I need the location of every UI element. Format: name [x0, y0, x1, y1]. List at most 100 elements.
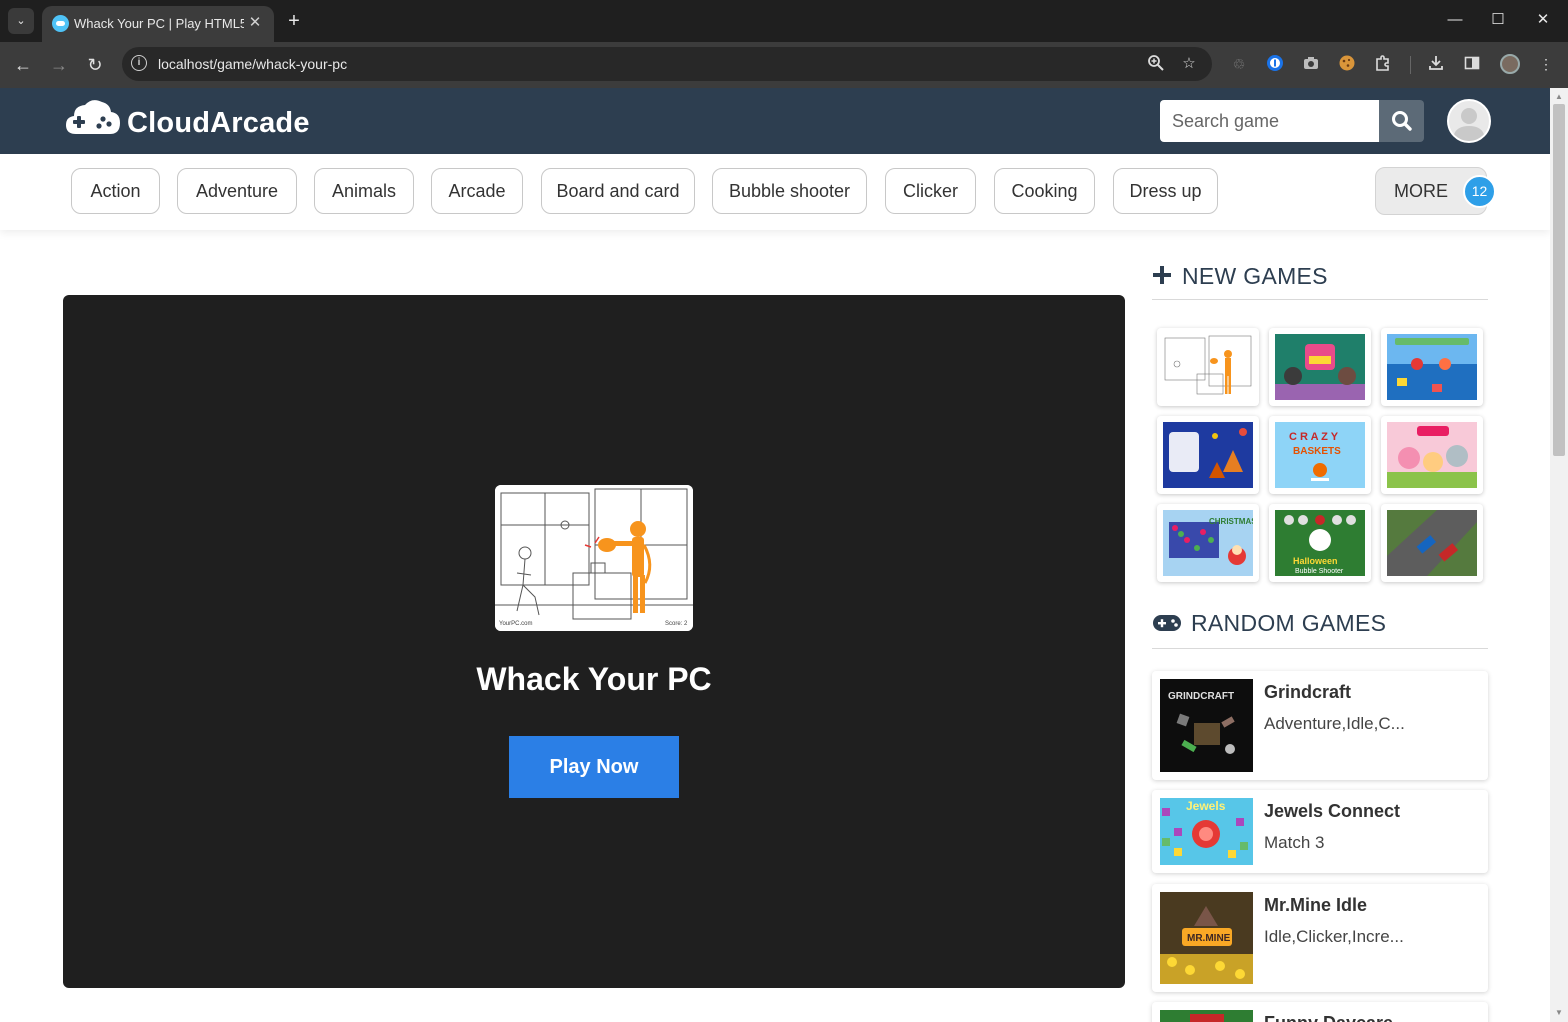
random-game-title: Mr.Mine Idle: [1264, 895, 1368, 915]
scrollbar-thumb[interactable]: [1553, 104, 1565, 456]
cloud-favicon-icon: [52, 15, 69, 32]
back-button[interactable]: ←: [10, 52, 36, 78]
user-silhouette-icon: [1453, 108, 1485, 141]
recycle-extension-icon[interactable]: ♲: [1229, 54, 1249, 74]
toolbar-divider: [1410, 56, 1411, 74]
url-text[interactable]: localhost/game/whack-your-pc: [158, 55, 347, 73]
random-game-tags: Idle,Clicker,Incre...: [1264, 927, 1404, 946]
category-action[interactable]: Action: [71, 168, 160, 214]
address-bar[interactable]: i localhost/game/whack-your-pc ☆: [122, 47, 1212, 81]
tab-title: Whack Your PC | Play HTML5 Games: [74, 16, 244, 31]
thumb-grindcraft: GRINDCRAFT: [1160, 679, 1253, 772]
category-bubble-shooter[interactable]: Bubble shooter: [712, 168, 867, 214]
category-cooking[interactable]: Cooking: [994, 168, 1095, 214]
category-bar: Action Adventure Animals Arcade Board an…: [0, 154, 1550, 230]
category-adventure[interactable]: Adventure: [177, 168, 297, 214]
random-games-divider: [1152, 648, 1488, 649]
svg-text:CHRISTMAS: CHRISTMAS: [1209, 517, 1253, 526]
thumb-whack-your-pc: [1163, 334, 1253, 400]
svg-text:C R A Z Y: C R A Z Y: [1289, 431, 1339, 443]
random-game-tags: Match 3: [1264, 833, 1325, 852]
thumb-jewel-christmas: [1163, 422, 1253, 488]
svg-text:Bubble Shooter: Bubble Shooter: [1295, 568, 1344, 575]
game-title: Whack Your PC: [476, 661, 712, 697]
thumb-food-duel: [1275, 334, 1365, 400]
browser-menu-icon[interactable]: ⋮: [1536, 54, 1556, 74]
thumb-traffic-control: [1387, 510, 1477, 576]
svg-text:Jewels: Jewels: [1186, 799, 1226, 813]
new-game-tile[interactable]: C R A Z Y BASKETS: [1269, 416, 1371, 494]
site-logo-text[interactable]: CloudArcade: [127, 105, 310, 141]
category-clicker[interactable]: Clicker: [885, 168, 976, 214]
side-panel-icon[interactable]: [1462, 54, 1482, 74]
svg-text:Score: 2: Score: 2: [665, 621, 688, 627]
thumb-halloween-bubble-shooter: Halloween Bubble Shooter: [1275, 510, 1365, 576]
cookie-extension-icon[interactable]: [1337, 54, 1357, 74]
thumb-jewels-connect: Jewels: [1160, 798, 1253, 865]
category-dress-up[interactable]: Dress up: [1113, 168, 1218, 214]
forward-button[interactable]: →: [46, 52, 72, 78]
password-manager-icon[interactable]: [1265, 54, 1285, 74]
random-game-tags: Adventure,Idle,C...: [1264, 714, 1405, 733]
svg-text:Halloween: Halloween: [1293, 556, 1338, 566]
new-game-tile[interactable]: [1157, 416, 1259, 494]
tab-search-button[interactable]: ⌄: [8, 8, 34, 34]
zoom-icon[interactable]: [1146, 54, 1166, 74]
page-scrollbar[interactable]: ▲ ▼: [1550, 88, 1568, 1022]
user-avatar[interactable]: [1447, 99, 1491, 143]
site-info-icon[interactable]: i: [131, 55, 147, 71]
site-header: CloudArcade: [0, 88, 1550, 154]
thumb-sweet-christmas: CHRISTMAS: [1163, 510, 1253, 576]
extensions-puzzle-icon[interactable]: [1373, 54, 1393, 74]
close-window-button[interactable]: ✕: [1528, 8, 1558, 32]
new-tab-button[interactable]: +: [282, 9, 306, 33]
svg-text:BASKETS: BASKETS: [1293, 446, 1341, 457]
search-button[interactable]: [1379, 100, 1424, 142]
scroll-down-arrow-icon[interactable]: ▼: [1550, 1006, 1568, 1020]
game-thumbnail: YourPC.com Score: 2: [495, 485, 693, 631]
thumb-mr-mine-idle: MR.MINE: [1160, 892, 1253, 984]
maximize-button[interactable]: ☐: [1483, 8, 1513, 32]
random-game-card[interactable]: Jewels Jewels Connect Match 3: [1152, 790, 1488, 873]
scroll-up-arrow-icon[interactable]: ▲: [1550, 90, 1568, 104]
browser-tab-active[interactable]: Whack Your PC | Play HTML5 Games ✕: [42, 6, 274, 42]
svg-text:MR.MINE: MR.MINE: [1187, 933, 1231, 944]
random-game-card[interactable]: MR.MINE Mr.Mine Idle Idle,Clicker,Incre.…: [1152, 884, 1488, 992]
category-board-and-card[interactable]: Board and card: [541, 168, 695, 214]
category-arcade[interactable]: Arcade: [431, 168, 523, 214]
new-game-tile[interactable]: [1157, 328, 1259, 406]
minimize-button[interactable]: —: [1440, 8, 1470, 32]
random-game-title: Jewels Connect: [1264, 801, 1401, 821]
search-input[interactable]: [1160, 100, 1379, 142]
random-game-card[interactable]: GRINDCRAFT Grindcraft Adventure,Idle,C..…: [1152, 671, 1488, 780]
thumb-funny-daycare: [1160, 1010, 1253, 1022]
random-game-card[interactable]: Funny Daycare: [1152, 1002, 1488, 1022]
thumb-baby-daycare: [1387, 422, 1477, 488]
category-animals[interactable]: Animals: [314, 168, 414, 214]
new-game-tile[interactable]: [1269, 328, 1371, 406]
svg-text:YourPC.com: YourPC.com: [499, 621, 532, 627]
profile-avatar[interactable]: [1500, 54, 1520, 74]
reload-button[interactable]: ↻: [82, 52, 108, 78]
new-game-tile[interactable]: [1381, 416, 1483, 494]
tab-close-icon[interactable]: ✕: [246, 14, 264, 32]
play-now-button[interactable]: Play Now: [509, 736, 679, 798]
gamepad-icon: [1153, 615, 1181, 631]
new-game-tile[interactable]: [1381, 328, 1483, 406]
plus-icon: [1153, 266, 1171, 284]
game-player-panel: YourPC.com Score: 2 Whack Your PC Play N…: [63, 295, 1125, 988]
whack-your-pc-illustration: YourPC.com Score: 2: [495, 485, 693, 631]
cloud-gamepad-logo-icon[interactable]: [66, 98, 120, 136]
camera-extension-icon[interactable]: [1301, 54, 1321, 74]
svg-text:GRINDCRAFT: GRINDCRAFT: [1168, 691, 1234, 702]
thumb-crazy-baskets: C R A Z Y BASKETS: [1275, 422, 1365, 488]
search-icon: [1392, 111, 1412, 131]
random-games-heading: RANDOM GAMES: [1191, 610, 1387, 636]
new-game-tile[interactable]: CHRISTMAS: [1157, 504, 1259, 582]
new-game-tile[interactable]: [1381, 504, 1483, 582]
new-game-tile[interactable]: Halloween Bubble Shooter: [1269, 504, 1371, 582]
bookmark-star-icon[interactable]: ☆: [1179, 54, 1199, 74]
browser-tab-bar: ⌄ Whack Your PC | Play HTML5 Games ✕ + —…: [0, 0, 1568, 42]
new-games-divider: [1152, 299, 1488, 300]
download-icon[interactable]: [1426, 54, 1446, 74]
